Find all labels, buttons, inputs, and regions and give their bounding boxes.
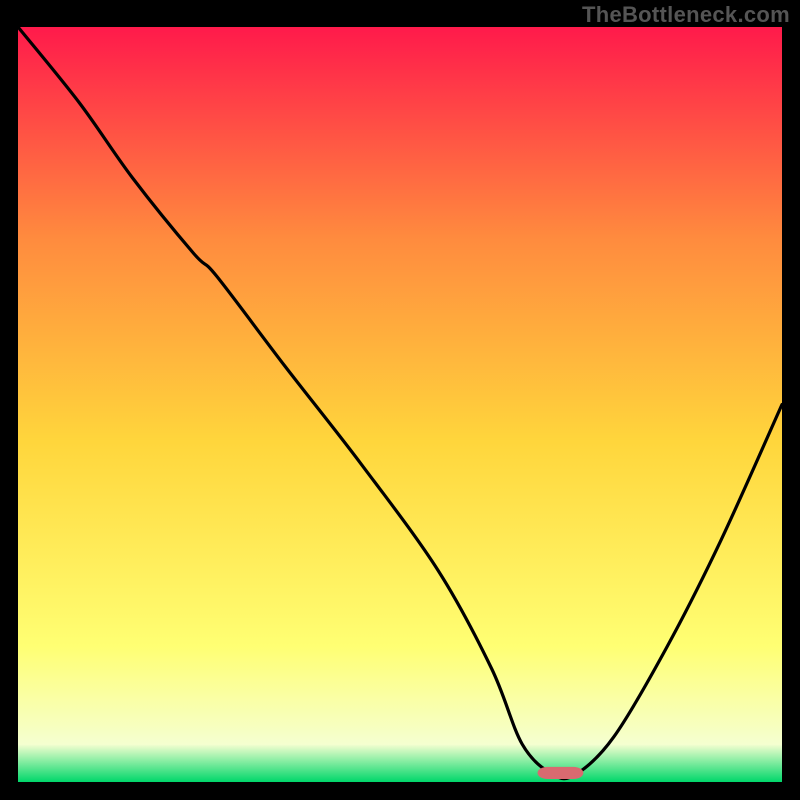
plot-background bbox=[18, 27, 782, 782]
optimal-marker bbox=[538, 767, 584, 779]
watermark-text: TheBottleneck.com bbox=[582, 2, 790, 28]
app-frame: TheBottleneck.com bbox=[0, 0, 800, 800]
bottleneck-plot bbox=[18, 27, 782, 782]
plot-svg bbox=[18, 27, 782, 782]
